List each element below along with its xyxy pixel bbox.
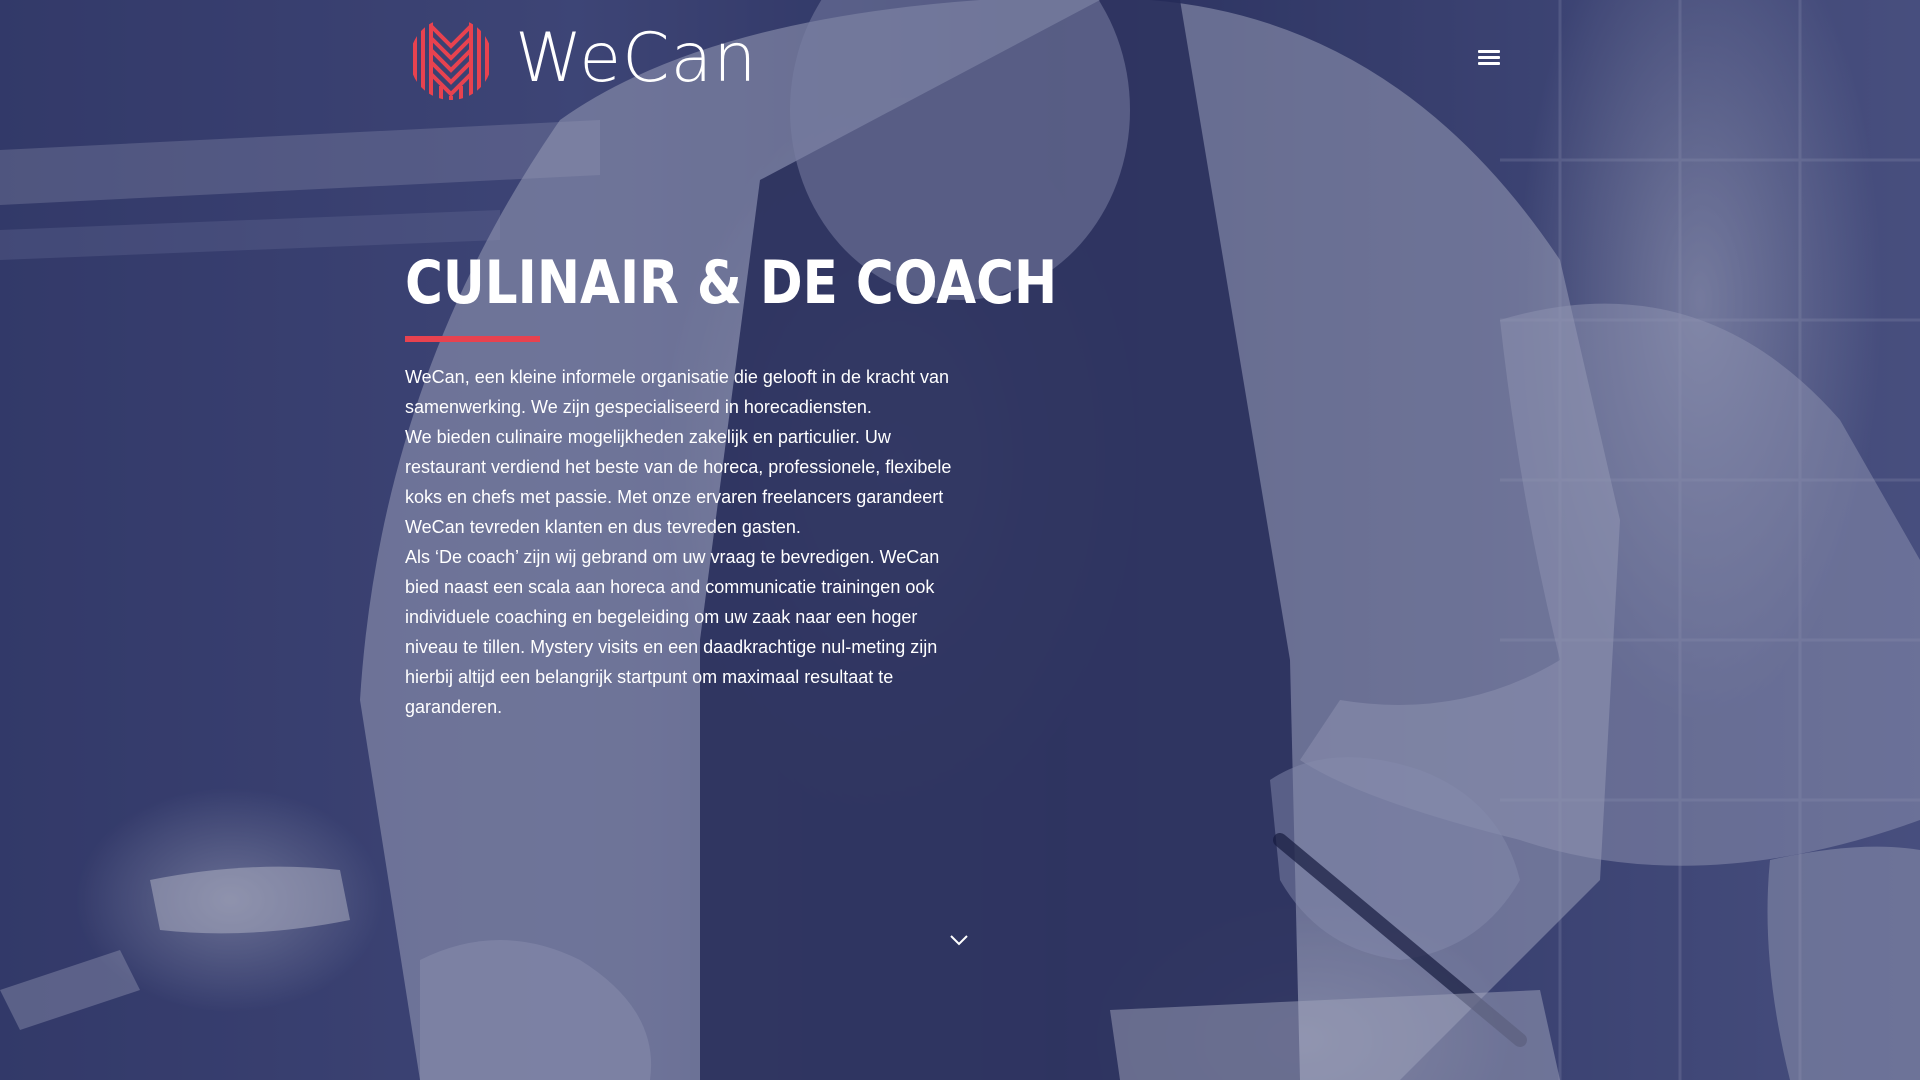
menu-bar-middle — [1478, 56, 1500, 59]
hamburger-menu-icon[interactable] — [1478, 50, 1500, 70]
title-underline — [405, 336, 540, 342]
page-title: CULINAIR & DE COACH — [405, 248, 1058, 318]
menu-bar-top — [1478, 50, 1500, 53]
logo-link[interactable]: WeCan — [405, 14, 757, 104]
menu-bar-bottom — [1478, 62, 1500, 65]
chevron-down-icon[interactable] — [949, 933, 969, 947]
intro-paragraph: WeCan, een kleine informele organisatie … — [405, 367, 949, 417]
logo-text: WeCan — [515, 19, 758, 98]
intro-paragraph: Als ‘De coach’ zijn wij gebrand om uw vr… — [405, 547, 940, 717]
hero-content: CULINAIR & DE COACH WeCan, een kleine in… — [405, 248, 1058, 722]
intro-text: WeCan, een kleine informele organisatie … — [405, 362, 965, 722]
wecan-logo-icon — [413, 18, 489, 100]
hero-section: WeCan CULINAIR & DE COACH WeCan, een kle… — [0, 0, 1920, 1080]
intro-paragraph: We bieden culinaire mogelijkheden zakeli… — [405, 427, 952, 537]
